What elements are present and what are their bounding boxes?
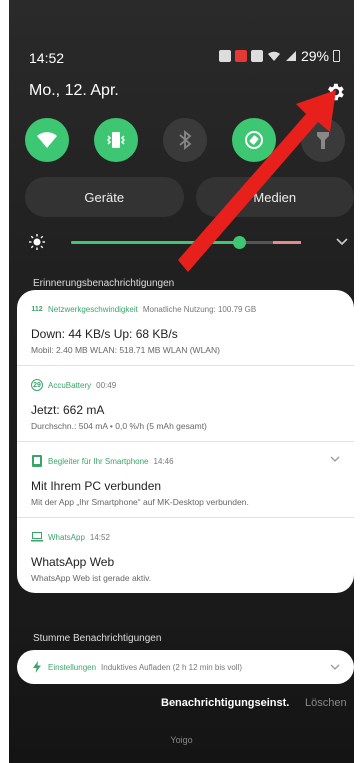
silent-notification-card[interactable]: Einstellungen Induktives Aufladen (2 h 1… <box>17 650 354 684</box>
notification-card[interactable]: Begleiter für Ihr Smartphone 14:46 Mit I… <box>17 442 354 518</box>
battery-percent: 29% <box>300 48 329 64</box>
battery-icon <box>333 50 340 62</box>
status-time: 14:52 <box>29 50 65 66</box>
phone-companion-icon <box>31 455 43 467</box>
notification-header: WhatsApp 14:52 <box>31 530 340 544</box>
notification-meta: Induktives Aufladen (2 h 12 min bis voll… <box>101 662 243 672</box>
sound-toggle[interactable] <box>94 118 138 162</box>
silent-section-label: Stumme Benachrichtigungen <box>33 633 162 644</box>
brightness-row <box>29 232 349 252</box>
auto-rotate-toggle[interactable] <box>232 118 276 162</box>
quick-settings-row <box>25 118 345 162</box>
signal-icon <box>285 50 297 62</box>
reminders-section-label: Erinnerungsbenachrichtigungen <box>33 278 175 289</box>
notification-app-name: AccuBattery <box>48 380 92 390</box>
wifi-status-icon <box>267 50 281 62</box>
notification-title: Mit Ihrem PC verbunden <box>31 479 162 493</box>
wifi-toggle[interactable] <box>25 118 69 162</box>
network-speed-icon: 112 <box>31 305 43 313</box>
lock-icon <box>218 50 231 62</box>
bluetooth-icon <box>179 130 192 150</box>
notification-settings-button[interactable]: Benachrichtigungseinst. <box>161 697 289 709</box>
status-icons: 29% <box>218 48 340 64</box>
brightness-track-end <box>273 241 301 244</box>
notification-meta: 14:52 <box>89 532 110 542</box>
wifi-icon <box>37 132 57 148</box>
notification-header: Begleiter für Ihr Smartphone 14:46 <box>31 454 340 468</box>
mute-icon <box>250 50 263 62</box>
notification-header: Einstellungen Induktives Aufladen (2 h 1… <box>31 660 242 674</box>
chevron-down-icon[interactable] <box>330 454 340 464</box>
gear-icon[interactable] <box>324 81 346 103</box>
devices-button[interactable]: Geräte <box>25 177 184 217</box>
notification-text: Durchschn.: 504 mA • 0,0 %/h (5 mAh gesa… <box>31 421 207 431</box>
bluetooth-toggle[interactable] <box>163 118 207 162</box>
notification-meta: Monatliche Nutzung: 100.79 GB <box>142 304 257 314</box>
notification-card[interactable]: 29 AccuBattery 00:49 Jetzt: 662 mA Durch… <box>17 366 354 442</box>
charging-bolt-icon <box>31 661 43 673</box>
chevron-down-icon[interactable] <box>335 234 349 248</box>
notification-text: WhatsApp Web ist gerade aktiv. <box>31 573 152 583</box>
notification-stack: 112 Netzwerkgeschwindigkeit Monatliche N… <box>17 290 354 593</box>
device-media-row: Geräte Medien <box>25 177 354 217</box>
mute-vibrate-icon <box>106 132 126 148</box>
status-bar: 14:52 29% <box>9 44 354 68</box>
notification-shade: 14:52 29% Mo., 12. Apr. Geräte Medien Er… <box>9 0 354 763</box>
notification-meta: 14:46 <box>153 456 174 466</box>
notification-text: Mobil: 2.40 MB WLAN: 518.71 MB WLAN (WLA… <box>31 345 220 355</box>
torch-icon <box>317 132 329 149</box>
brightness-slider-handle[interactable] <box>233 236 246 249</box>
screen-recorder-icon <box>234 50 247 62</box>
notification-title: Down: 44 KB/s Up: 68 KB/s <box>31 327 178 341</box>
auto-rotate-icon <box>245 131 263 149</box>
torch-toggle[interactable] <box>301 118 345 162</box>
notification-app-name: WhatsApp <box>48 532 85 542</box>
laptop-icon <box>31 531 43 543</box>
notification-meta: 00:49 <box>96 380 117 390</box>
notification-header: 112 Netzwerkgeschwindigkeit Monatliche N… <box>31 302 340 316</box>
brightness-icon <box>29 234 45 250</box>
carrier-label: Yoigo <box>170 735 193 745</box>
notification-card[interactable]: 112 Netzwerkgeschwindigkeit Monatliche N… <box>17 290 354 366</box>
notification-app-name: Begleiter für Ihr Smartphone <box>48 456 149 466</box>
media-button[interactable]: Medien <box>195 177 354 217</box>
notification-title: WhatsApp Web <box>31 555 115 569</box>
date-label: Mo., 12. Apr. <box>29 82 119 99</box>
accubattery-icon: 29 <box>31 379 43 391</box>
notification-text: Mit der App „Ihr Smartphone“ auf MK-Desk… <box>31 497 249 507</box>
notification-title: Jetzt: 662 mA <box>31 403 105 417</box>
clear-all-button[interactable]: Löschen <box>305 697 347 709</box>
notification-app-name: Netzwerkgeschwindigkeit <box>48 304 138 314</box>
chevron-down-icon[interactable] <box>330 662 340 672</box>
shade-footer: Benachrichtigungseinst. Löschen <box>9 697 354 713</box>
notification-card[interactable]: WhatsApp 14:52 WhatsApp Web WhatsApp Web… <box>17 518 354 593</box>
brightness-fill <box>71 241 239 244</box>
notification-app-name: Einstellungen <box>48 662 97 672</box>
notification-header: 29 AccuBattery 00:49 <box>31 378 340 392</box>
